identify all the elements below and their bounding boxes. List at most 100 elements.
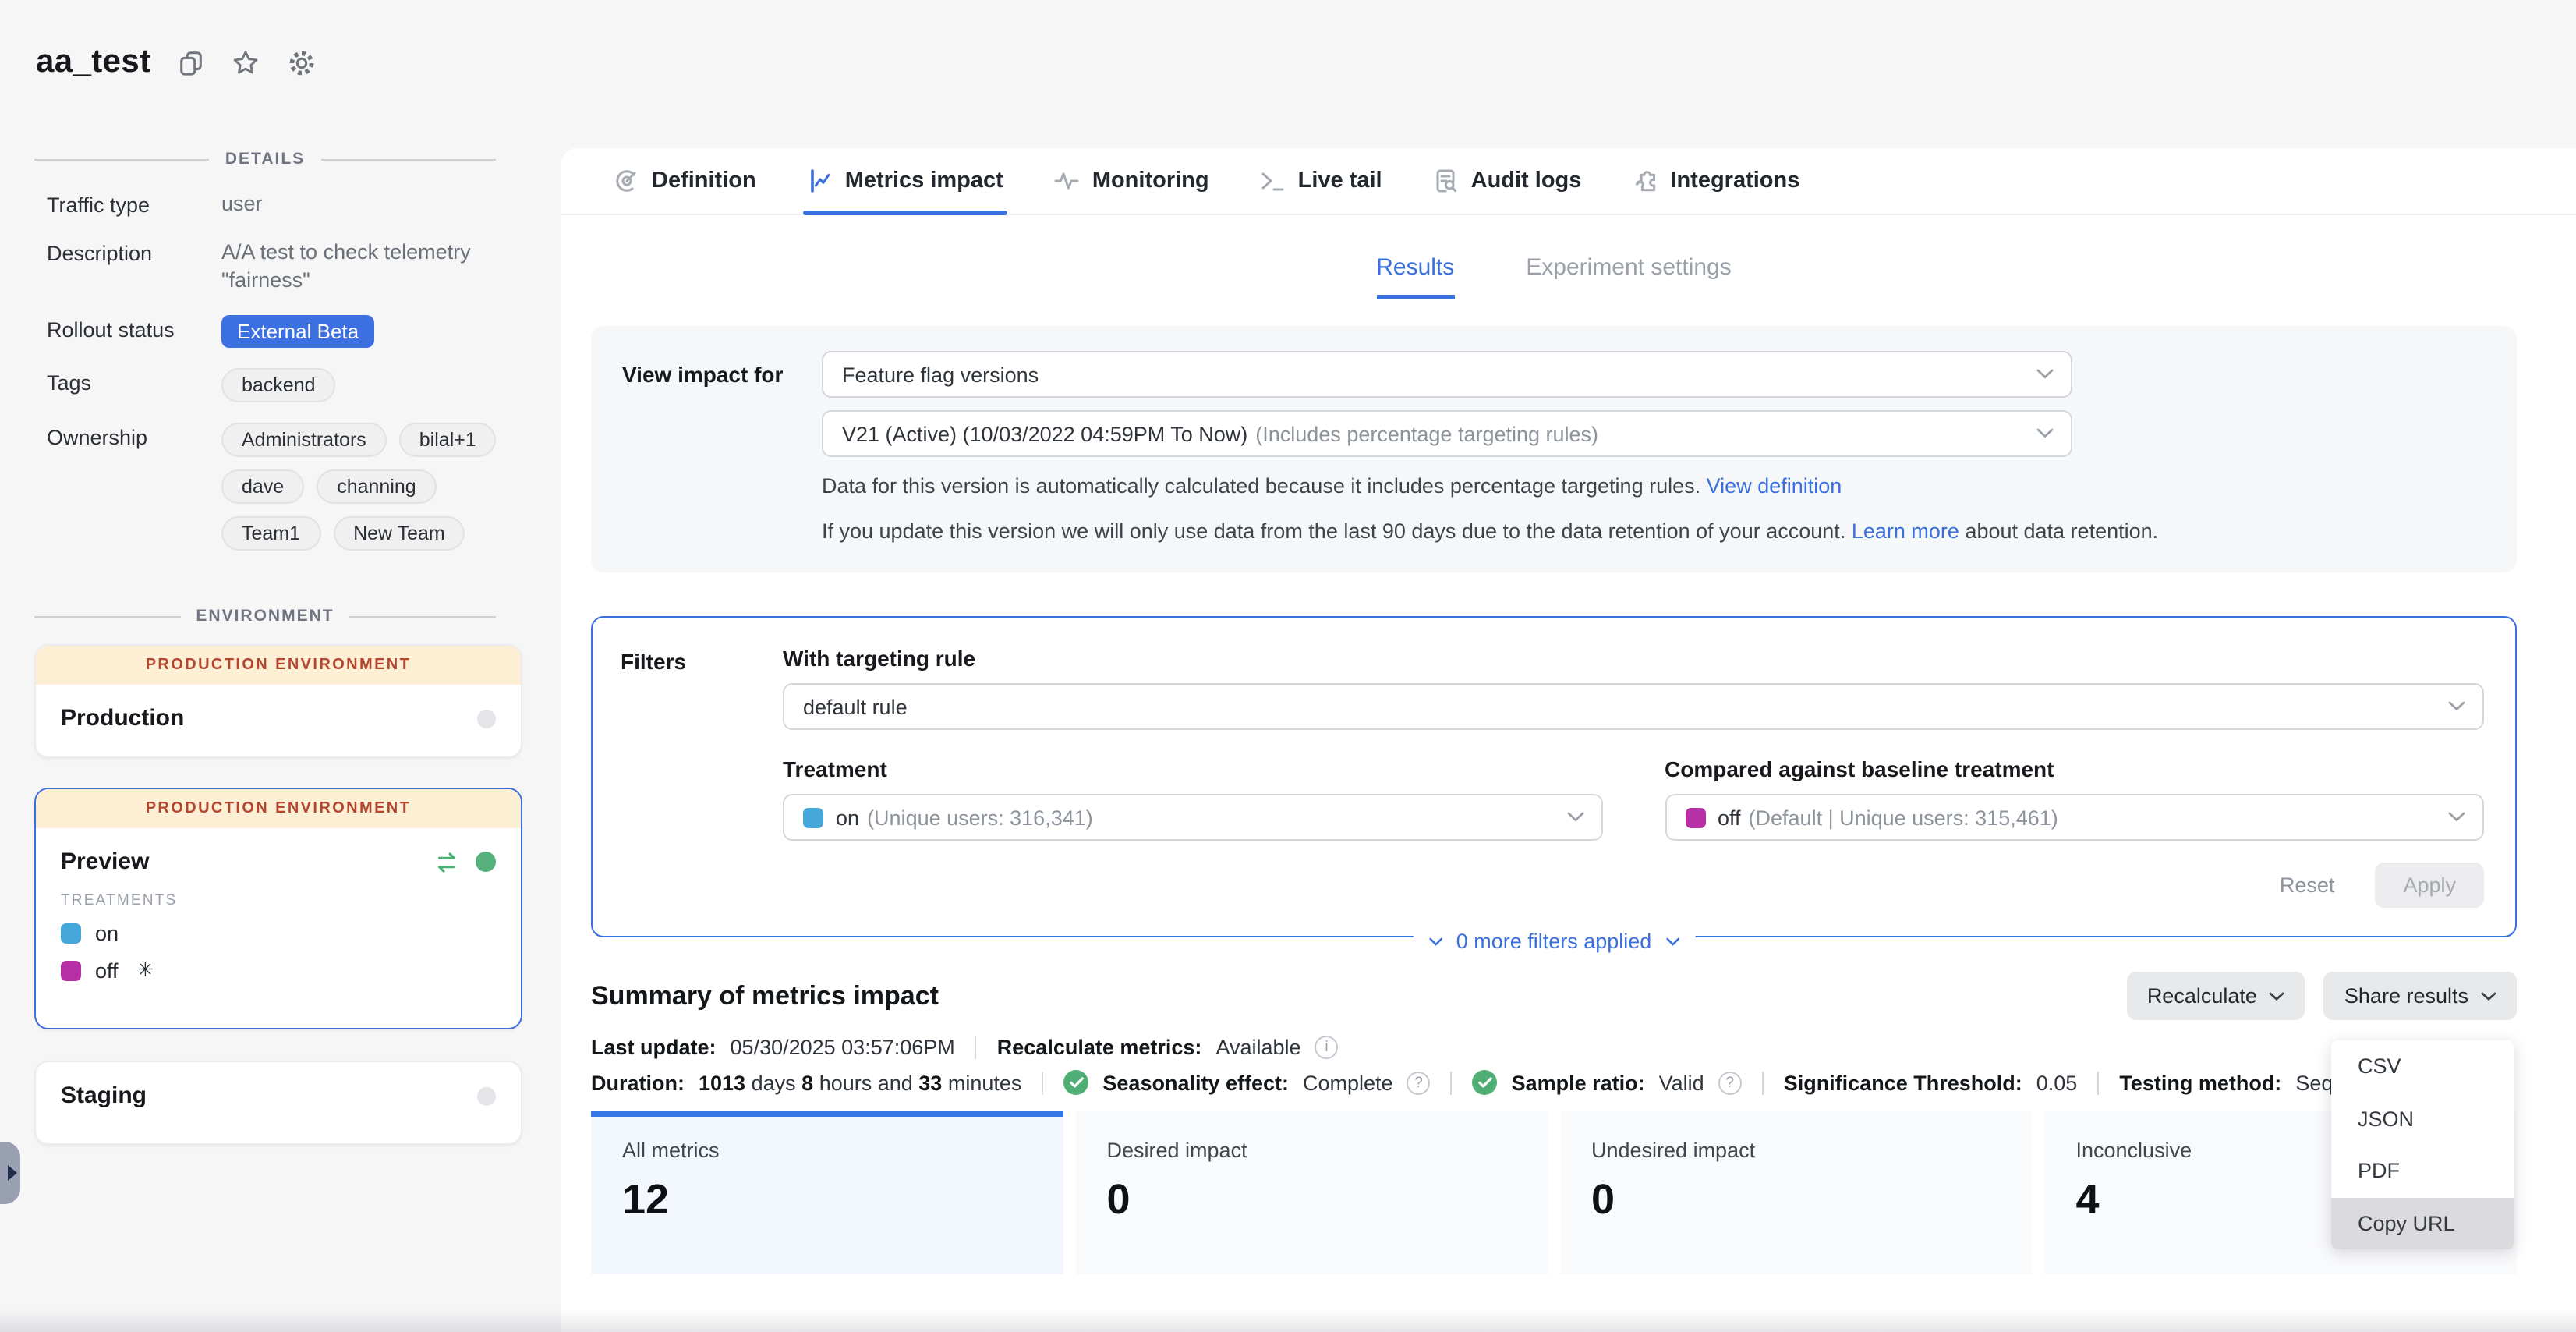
ownership-list: Administrators bilal+1 dave channing Tea… [221,423,515,551]
treatment-note: (Unique users: 316,341) [867,806,1093,829]
question-icon[interactable]: ? [1407,1071,1431,1094]
filters-panel: Filters With targeting rule default rule… [591,616,2517,937]
share-results-label: Share results [2344,984,2468,1008]
copy-icon[interactable] [178,49,204,76]
tags-list: backend [221,368,515,402]
apply-button[interactable]: Apply [2375,863,2484,908]
chevron-down-icon [1566,812,1583,823]
tab-integrations[interactable]: Integrations [1633,148,1799,214]
baseline-select[interactable]: off (Default | Unique users: 315,461) [1665,794,2484,841]
significance-threshold-value: 0.05 [2036,1071,2078,1094]
rollout-status-badge[interactable]: External Beta [221,315,374,348]
menu-item-copy-url[interactable]: Copy URL [2331,1197,2514,1249]
environment-section-divider: ENVIRONMENT [34,607,496,625]
chevron-down-icon [2270,991,2285,1001]
targeting-rule-select[interactable]: default rule [783,683,2484,730]
last-update-value: 05/30/2025 03:57:06PM [731,1036,955,1059]
tab-label: Definition [652,168,756,193]
divider [2097,1071,2099,1094]
reset-button[interactable]: Reset [2280,873,2335,897]
description-label: Description [47,239,221,265]
treatment-row-on: on [61,922,496,945]
owner-pill[interactable]: channing [317,469,437,504]
metric-card-label: All metrics [622,1139,1032,1162]
page-title: aa_test [36,44,151,81]
treatment-on-label: on [95,922,119,945]
environment-name: Preview [61,848,433,875]
treatment-off-swatch [61,960,81,980]
sidebar-collapse-handle[interactable] [0,1142,20,1204]
summary-stats-row-1: Last update: 05/30/2025 03:57:06PM Recal… [591,1036,2517,1059]
environment-card-staging[interactable]: Staging [34,1061,522,1145]
chevron-down-icon [1428,937,1442,946]
status-dot-gray [477,1086,496,1105]
menu-item-json[interactable]: JSON [2331,1093,2514,1145]
gear-icon[interactable] [287,48,317,77]
tab-label: Integrations [1670,168,1799,193]
chevron-down-icon [2448,812,2465,823]
divider [1451,1071,1453,1094]
view-definition-link[interactable]: View definition [1707,474,1842,498]
traffic-type-label: Traffic type [47,190,221,217]
tab-bar: Definition Metrics impact Monitoring [561,148,2576,215]
subtab-results[interactable]: Results [1376,254,1454,299]
terminal-icon [1261,168,1286,193]
treatment-on-swatch [61,923,81,944]
metric-card-desired-impact[interactable]: Desired impact 0 [1076,1111,1548,1274]
divider [1762,1071,1764,1094]
status-dot-green [476,852,496,872]
treatment-select[interactable]: on (Unique users: 316,341) [783,794,1602,841]
version-select[interactable]: V21 (Active) (10/03/2022 04:59PM To Now)… [822,410,2072,457]
owner-pill[interactable]: Team1 [221,516,320,551]
star-icon[interactable] [231,48,260,77]
view-impact-card: View impact for Feature flag versions V2… [591,326,2517,572]
owner-pill[interactable]: New Team [333,516,465,551]
question-icon[interactable]: ? [1718,1071,1742,1094]
recalculate-button[interactable]: Recalculate [2127,972,2305,1020]
chevron-down-icon [2448,701,2465,712]
sidebar: aa_test DETAILS [0,0,561,1332]
menu-item-pdf[interactable]: PDF [2331,1145,2514,1197]
menu-item-csv[interactable]: CSV [2331,1040,2514,1093]
swap-arrows-icon[interactable] [433,851,460,873]
tab-audit-logs[interactable]: Audit logs [1434,148,1582,214]
subtab-experiment-settings[interactable]: Experiment settings [1526,254,1731,299]
details-heading: DETAILS [225,150,305,168]
divider [975,1036,977,1059]
main-panel: Definition Metrics impact Monitoring [561,148,2576,1332]
target-icon [614,168,639,193]
chart-line-icon [808,168,833,193]
environment-name: Staging [61,1082,477,1109]
duration-value: 1013 days 8 hours and 33 minutes [699,1071,1021,1094]
owner-pill[interactable]: Administrators [221,423,387,457]
seasonality-value: Complete [1303,1071,1393,1094]
owner-pill[interactable]: bilal+1 [399,423,497,457]
share-results-button[interactable]: Share results [2324,972,2517,1020]
environment-card-preview[interactable]: PRODUCTION ENVIRONMENT Preview T [34,788,522,1029]
impact-mode-select[interactable]: Feature flag versions [822,351,2072,398]
production-environment-banner: PRODUCTION ENVIRONMENT [36,646,521,685]
baseline-value: off [1718,806,1741,829]
more-filters-toggle[interactable]: 0 more filters applied [1413,930,1696,953]
tag-pill[interactable]: backend [221,368,336,402]
tab-metrics-impact[interactable]: Metrics impact [808,148,1003,214]
owner-pill[interactable]: dave [221,469,304,504]
metric-card-undesired-impact[interactable]: Undesired impact 0 [1560,1111,2033,1274]
more-filters-label: 0 more filters applied [1456,930,1652,953]
tab-monitoring[interactable]: Monitoring [1055,148,1209,214]
retention-info-tail: about data retention. [1965,519,2158,543]
audit-log-icon [1434,168,1459,193]
tab-definition[interactable]: Definition [614,148,756,214]
production-environment-banner: PRODUCTION ENVIRONMENT [36,789,521,828]
metric-card-value: 0 [1107,1176,1517,1224]
chevron-down-icon [1665,937,1679,946]
treatment-on-swatch [803,807,823,827]
environment-card-production[interactable]: PRODUCTION ENVIRONMENT Production [34,644,522,758]
info-icon[interactable]: i [1315,1036,1339,1059]
version-info-line1: Data for this version is automatically c… [822,469,2486,502]
learn-more-link[interactable]: Learn more [1852,519,1959,543]
seasonality-label: Seasonality effect: [1102,1071,1289,1094]
tab-live-tail[interactable]: Live tail [1261,148,1382,214]
metric-card-all-metrics[interactable]: All metrics 12 [591,1111,1063,1274]
testing-method-value: Seq [2295,1071,2333,1094]
